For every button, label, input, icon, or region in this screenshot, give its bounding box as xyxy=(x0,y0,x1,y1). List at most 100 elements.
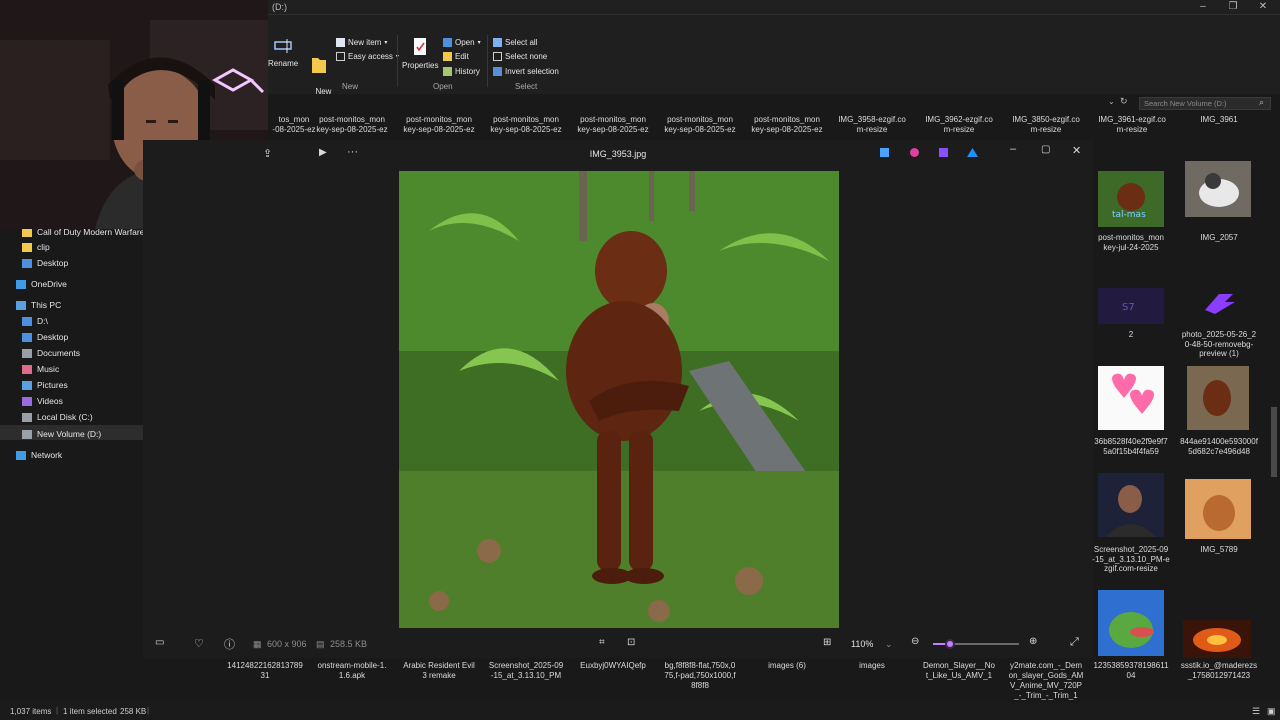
clipchamp-icon[interactable] xyxy=(939,148,948,157)
file-label[interactable]: Euxbyj0WYAIQefp xyxy=(571,661,655,671)
history-button[interactable]: History xyxy=(443,65,480,77)
file-label[interactable]: post-monitos_mon key-sep-08-2025-ez xyxy=(571,115,655,137)
rename-label: Rename xyxy=(268,59,299,68)
invert-selection-button[interactable]: Invert selection xyxy=(493,65,559,77)
file-label[interactable]: post-monitos_mon key-sep-08-2025-ez xyxy=(484,115,568,137)
file-label[interactable]: images xyxy=(830,661,914,671)
file-label[interactable]: 12353859378198611 04 xyxy=(1092,661,1170,680)
file-label[interactable]: 36b8528f40e2f9e9f7 5a0f15b4f4fa59 xyxy=(1092,437,1170,456)
minimize-icon[interactable]: – xyxy=(1196,1,1210,13)
crop-icon[interactable]: ⌗ xyxy=(599,637,605,648)
file-label[interactable]: photo_2025-05-26_2 0-48-50-removebg- pre… xyxy=(1180,330,1258,359)
fit-to-window-icon[interactable]: ⊞ xyxy=(823,637,831,648)
thumbnail-image[interactable] xyxy=(1185,288,1251,318)
file-label[interactable]: Demon_Slayer__No t_Like_Us_AMV_1 xyxy=(917,661,1001,681)
selected-size: 258 KB xyxy=(120,707,147,716)
thumbnail-image[interactable] xyxy=(1098,590,1164,656)
file-label[interactable]: post-monitos_mon key-sep-08-2025-ez xyxy=(745,115,829,137)
thumbnail-image[interactable] xyxy=(1185,479,1251,539)
nav-item[interactable]: Videos xyxy=(22,394,63,408)
ribbon-separator xyxy=(397,35,398,87)
visual-search-icon[interactable]: ⊡ xyxy=(627,637,635,648)
select-all-button[interactable]: Select all xyxy=(493,36,537,48)
file-label[interactable]: Screenshot_2025-09 -15_at_3.13.10_PM-e z… xyxy=(1092,545,1170,574)
nav-item[interactable]: Music xyxy=(22,362,59,376)
minimize-icon[interactable]: – xyxy=(1010,143,1016,155)
nav-item[interactable]: Documents xyxy=(22,346,80,360)
restore-icon[interactable]: ❐ xyxy=(1226,1,1240,13)
nav-item-label: D:\ xyxy=(37,316,48,326)
maximize-icon[interactable]: ▢ xyxy=(1041,144,1050,155)
zoom-in-icon[interactable]: ⊕ xyxy=(1029,636,1037,647)
file-label[interactable]: IMG_3961-ezgif.co m-resize xyxy=(1090,115,1174,137)
invert-selection-label: Invert selection xyxy=(505,66,559,76)
zoom-level[interactable]: 110% xyxy=(851,639,873,649)
details-view-icon[interactable]: ☰ xyxy=(1252,706,1260,717)
zoom-out-icon[interactable]: ⊖ xyxy=(911,636,919,647)
nav-item[interactable]: OneDrive xyxy=(16,277,67,291)
thumbnail-view-icon[interactable]: ▣ xyxy=(1267,706,1276,717)
file-label[interactable]: onstream-mobile-1. 1.6.apk xyxy=(310,661,394,681)
nav-item[interactable]: Pictures xyxy=(22,378,68,392)
file-label[interactable]: Arabic Resident Evil 3 remake xyxy=(397,661,481,681)
favorite-heart-icon[interactable]: ♡ xyxy=(194,637,204,650)
file-label[interactable]: 844ae91400e593000f 5d682c7e496d48 xyxy=(1180,437,1258,456)
zoom-slider-thumb[interactable] xyxy=(945,639,956,649)
nav-item[interactable]: Network xyxy=(16,448,62,462)
nav-item[interactable]: New Volume (D:) xyxy=(22,427,101,441)
filmstrip-icon[interactable]: ▭ xyxy=(155,637,164,648)
chevron-down-icon[interactable]: ⌄ xyxy=(1108,97,1115,106)
new-item-button[interactable]: New item ▾ xyxy=(336,36,387,48)
info-icon[interactable]: ⓘ xyxy=(224,636,235,652)
file-label[interactable]: IMG_3958-ezgif.co m-resize xyxy=(830,115,914,137)
open-button[interactable]: Open ▾ xyxy=(443,36,481,48)
file-label[interactable]: y2mate.com_-_Dem on_slayer_Gods_AM V_Ani… xyxy=(1004,661,1088,701)
edit-image-icon[interactable] xyxy=(880,148,889,157)
thumbnail-image[interactable] xyxy=(1183,620,1251,658)
refresh-icon[interactable]: ↻ xyxy=(1120,96,1128,107)
rename-icon xyxy=(274,39,292,53)
status-divider: | xyxy=(56,706,59,715)
file-label[interactable]: IMG_3961 xyxy=(1177,115,1261,137)
file-label[interactable]: post-monitos_mon key-sep-08-2025-ez xyxy=(397,115,481,137)
file-label[interactable]: 2 xyxy=(1092,330,1170,340)
properties-button[interactable]: Properties xyxy=(402,37,438,70)
nav-item[interactable]: clip xyxy=(22,240,50,254)
select-none-button[interactable]: Select none xyxy=(493,50,547,62)
nav-item[interactable]: This PC xyxy=(16,298,61,312)
designer-icon[interactable] xyxy=(910,148,919,157)
close-icon[interactable]: ✕ xyxy=(1256,1,1270,13)
fullscreen-icon[interactable]: ⤢ xyxy=(1070,636,1079,649)
nav-item[interactable]: Local Disk (C:) xyxy=(22,410,93,424)
zoom-slider[interactable] xyxy=(933,639,1019,649)
search-input[interactable]: Search New Volume (D:) xyxy=(1139,97,1271,110)
file-label[interactable]: Screenshot_2025-09 -15_at_3.13.10_PM xyxy=(484,661,568,681)
thumbnail-image[interactable] xyxy=(1098,366,1164,430)
edit-button[interactable]: Edit xyxy=(443,50,469,62)
close-icon[interactable]: ✕ xyxy=(1072,144,1081,157)
file-label[interactable]: ssstik.io_@maderezs _1758012971423 xyxy=(1180,661,1258,680)
file-label[interactable]: 14124822162813789 31 xyxy=(223,661,307,681)
thumbnail-image[interactable]: S7 xyxy=(1098,288,1164,324)
file-label[interactable]: post-monitos_mon key-jul-24-2025 xyxy=(1092,233,1170,252)
search-icon: ⌕ xyxy=(1259,97,1265,107)
thumbnail-image[interactable] xyxy=(1187,366,1249,430)
zoom-dropdown-chevron-icon[interactable]: ⌄ xyxy=(885,639,893,650)
nav-item[interactable]: Desktop xyxy=(22,330,68,344)
file-label[interactable]: images (6) xyxy=(745,661,829,671)
rename-button[interactable]: Rename xyxy=(268,37,298,68)
file-label[interactable]: bg,f8f8f8-flat,750x,0 75,f-pad,750x1000,… xyxy=(658,661,742,691)
easy-access-button[interactable]: Easy access▾ xyxy=(336,50,399,62)
nav-item[interactable]: Desktop xyxy=(22,256,68,270)
nav-item[interactable]: D:\ xyxy=(22,314,48,328)
file-label[interactable]: IMG_3962-ezgif.co m-resize xyxy=(917,115,1001,137)
thumbnail-image[interactable] xyxy=(1185,161,1251,217)
file-label[interactable]: IMG_5789 xyxy=(1180,545,1258,555)
thumbnail-image[interactable]: tal-mas xyxy=(1098,171,1164,227)
file-label[interactable]: IMG_2057 xyxy=(1180,233,1258,243)
thumbnail-image[interactable] xyxy=(1098,473,1164,537)
file-label[interactable]: post-monitos_mon key-sep-08-2025-ez xyxy=(658,115,742,137)
file-label[interactable]: IMG_3850-ezgif.co m-resize xyxy=(1004,115,1088,137)
file-label[interactable]: post-monitos_mon key-sep-08-2025-ez xyxy=(310,115,394,137)
scrollbar-thumb[interactable] xyxy=(1271,407,1277,477)
